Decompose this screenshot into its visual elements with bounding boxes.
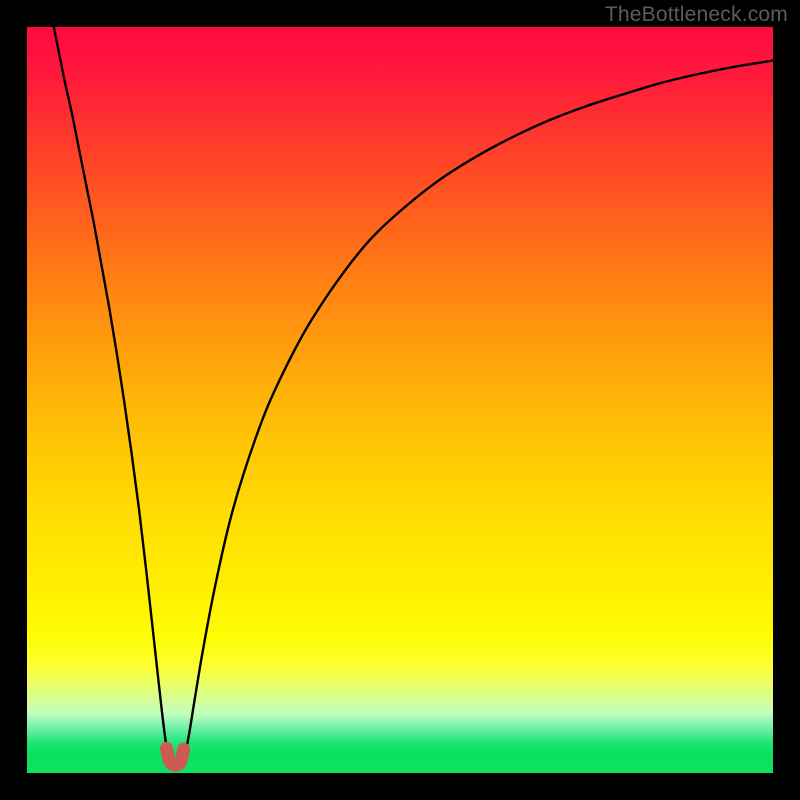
bottleneck-curve <box>54 27 773 764</box>
valley-marker <box>167 748 184 765</box>
watermark-text: TheBottleneck.com <box>605 3 788 27</box>
plot-area <box>27 27 773 773</box>
curve-layer <box>27 27 773 773</box>
chart-frame: TheBottleneck.com <box>0 0 800 800</box>
